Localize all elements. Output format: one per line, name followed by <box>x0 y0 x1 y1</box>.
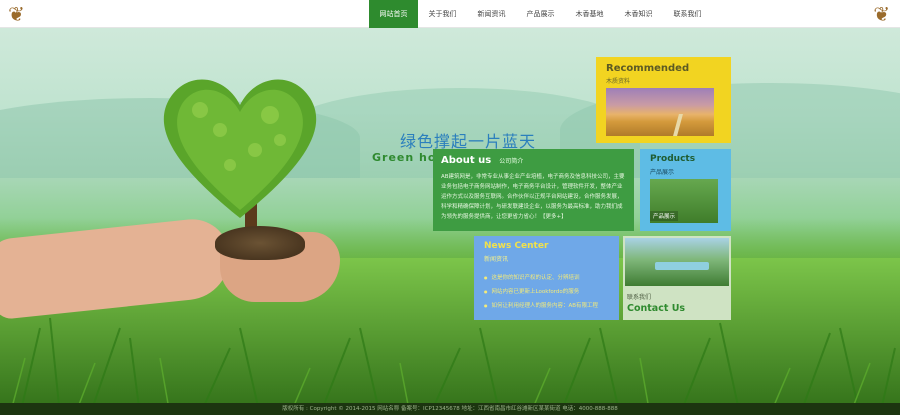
news-subtitle: 新闻资讯 <box>484 256 509 263</box>
contact-panel[interactable]: 联系我们 Contact Us <box>623 236 731 320</box>
right-ornament-icon: ❦ <box>873 2 890 26</box>
news-list: 这是你的知识产权的认定、分辨培训 网站内容已更新上Lookfordo的服务 如何… <box>484 271 609 313</box>
heart-tree-image <box>163 79 317 218</box>
news-title: News Center <box>484 241 549 251</box>
products-title: Products <box>650 154 696 164</box>
products-image[interactable]: 产品展示 <box>650 179 718 223</box>
contact-title: Contact Us <box>627 303 686 314</box>
nav-item-news[interactable]: 新闻资讯 <box>467 0 516 28</box>
recommended-panel[interactable]: Recommended 木质资料 <box>596 57 731 143</box>
nav-item-knowledge[interactable]: 木香知识 <box>614 0 663 28</box>
left-ornament-icon: ❦ <box>8 2 25 26</box>
news-item[interactable]: 网站内容已更新上Lookfordo的服务 <box>484 285 609 299</box>
about-subtitle: 公司简介 <box>499 158 524 165</box>
about-panel: About us 公司简介 AB建筑网是，非常专业从事企业产业培植，电子商务及信… <box>433 149 634 231</box>
contact-subtitle: 联系我们 <box>627 294 652 301</box>
nav-item-products[interactable]: 产品展示 <box>516 0 565 28</box>
nav-item-about[interactable]: 关于我们 <box>418 0 467 28</box>
contact-image[interactable] <box>625 238 729 286</box>
recommended-subtitle: 木质资料 <box>606 78 631 85</box>
nav-item-home[interactable]: 网站首页 <box>369 0 418 28</box>
soil-mound <box>215 226 305 260</box>
products-image-caption: 产品展示 <box>650 211 679 221</box>
nav-item-contact[interactable]: 联系我们 <box>663 0 712 28</box>
news-panel: News Center 新闻资讯 这是你的知识产权的认定、分辨培训 网站内容已更… <box>474 236 619 320</box>
site-header: ❦ ❦ 网站首页 关于我们 新闻资讯 产品展示 木香基地 木香知识 联系我们 <box>0 0 900 28</box>
about-title: About us <box>441 155 492 166</box>
recommended-title: Recommended <box>606 63 690 74</box>
hero-slogan-english: Green ho <box>372 151 437 164</box>
news-item[interactable]: 如何让利用经理人的服务内容：AB有限工程 <box>484 299 609 313</box>
products-panel[interactable]: Products 产品展示 产品展示 <box>640 149 731 231</box>
nav-item-base[interactable]: 木香基地 <box>565 0 614 28</box>
recommended-image[interactable] <box>606 88 714 136</box>
about-text: AB建筑网是，非常专业从事企业产业培植，电子商务及信息科技公司，主要业务包括电子… <box>441 174 625 220</box>
news-item[interactable]: 这是你的知识产权的认定、分辨培训 <box>484 271 609 285</box>
main-nav: 网站首页 关于我们 新闻资讯 产品展示 木香基地 木香知识 联系我们 <box>369 0 712 28</box>
site-footer: 版权所有 : Copyright © 2014-2015 网站名称 备案号：IC… <box>0 403 900 415</box>
products-subtitle: 产品展示 <box>650 169 675 176</box>
